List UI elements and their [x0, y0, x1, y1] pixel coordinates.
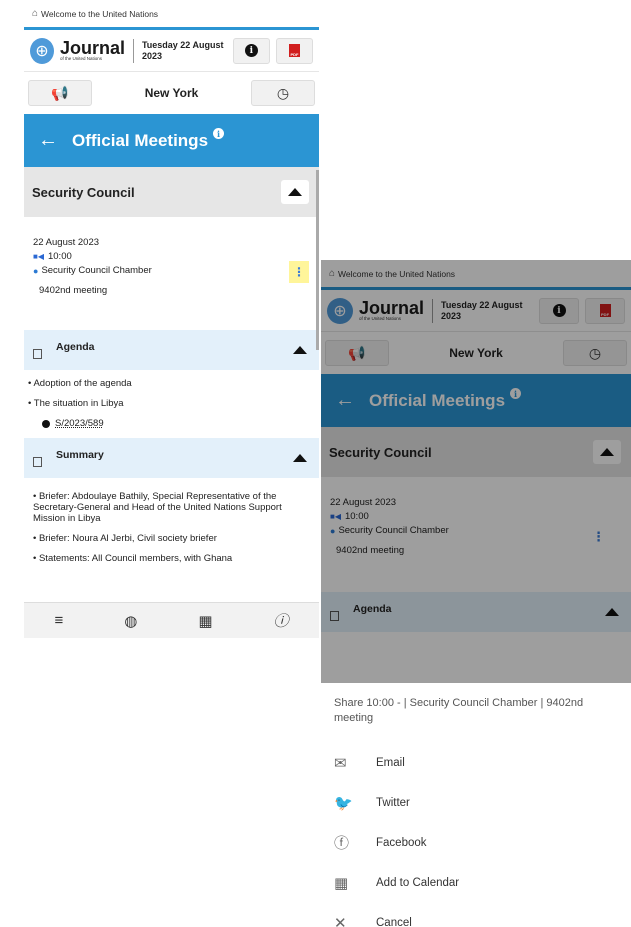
modal-scrim[interactable] [321, 260, 631, 683]
info-icon: i [244, 44, 258, 57]
page-title: Official Meetings [72, 130, 209, 150]
calendar-icon: ▦ [334, 874, 349, 892]
home-icon: ⌂ [32, 8, 39, 19]
list-item: • Statements: All Council members, with … [33, 552, 233, 564]
welcome-bar[interactable]: ⌂ Welcome to the United Nations [24, 0, 319, 30]
megaphone-icon: 📢 [51, 84, 69, 101]
share-option-calendar[interactable]: ▦ Add to Calendar [334, 863, 617, 903]
phone-screen-meeting: ⌂ Welcome to the United Nations ⊕ Journa… [24, 0, 319, 638]
video-icon: ■◀ [33, 252, 44, 261]
calendar-icon[interactable]: ▦ [198, 612, 212, 630]
share-option-cancel[interactable]: ✕ Cancel [334, 903, 617, 927]
meeting-room: Security Council Chamber [41, 265, 152, 276]
section-summary[interactable]: d Summary [24, 438, 319, 478]
email-icon: ✉ [334, 754, 347, 772]
section-title: Security Council [32, 184, 135, 200]
back-arrow-icon[interactable]: ← [38, 129, 58, 152]
un-logo-icon: ⊕ [30, 37, 54, 64]
document-link[interactable]: S/2023/589 [42, 418, 319, 429]
clock-icon: ◷ [276, 84, 290, 101]
bottom-nav: ≡ ◍ ▦ ⓘ [24, 602, 319, 638]
info-outline-icon[interactable]: ⓘ [273, 610, 288, 631]
divider [133, 38, 134, 63]
phone-screen-share: ⌂ Welcome to the United Nations ⊕ Journa… [321, 260, 631, 927]
more-vert-icon[interactable]: ⋮ [289, 261, 309, 283]
meeting-date: 22 August 2023 [33, 237, 100, 248]
info-icon[interactable]: i [213, 128, 225, 139]
meeting-time: 10:00 [47, 251, 72, 262]
twitter-icon: 🐦 [334, 794, 353, 812]
brand[interactable]: Journal of the United Nations [60, 39, 125, 62]
document-icon: d [33, 457, 42, 467]
agenda-list: • Adoption of the agenda • The situation… [24, 370, 319, 429]
info-button[interactable]: i [232, 37, 270, 64]
share-option-facebook[interactable]: ⓕ Facebook [334, 823, 617, 863]
globe-icon[interactable]: ◍ [124, 612, 137, 630]
meeting-time-row: ■◀ 10:00 [33, 251, 311, 262]
triangle-up-icon [288, 188, 302, 196]
facebook-icon: ⓕ [334, 835, 350, 853]
brand-title: Journal [60, 38, 126, 59]
section-security-council[interactable]: Security Council [24, 167, 319, 217]
header-date: Tuesday 22 August 2023 [141, 40, 224, 61]
menu-icon[interactable]: ≡ [54, 612, 63, 629]
scrollbar[interactable] [316, 170, 319, 350]
share-sheet: Share 10:00 - | Security Council Chamber… [321, 683, 631, 927]
welcome-text: Welcome to the United Nations [41, 8, 159, 19]
pdf-button[interactable]: PDF [275, 37, 314, 64]
document-icon: d [33, 349, 42, 359]
share-option-email[interactable]: ✉ Email [334, 743, 617, 783]
triangle-up-icon[interactable] [293, 454, 307, 462]
meeting-room-row: ● Security Council Chamber [33, 265, 311, 276]
masthead: ⊕ Journal of the United Nations Tuesday … [24, 30, 319, 72]
triangle-up-icon[interactable] [293, 346, 307, 354]
meeting-card: 22 August 2023 ■◀ 10:00 ● Security Council… [24, 217, 319, 296]
section-agenda[interactable]: d Agenda [24, 330, 319, 370]
list-item: • The situation in Libya [28, 398, 124, 409]
announcements-button[interactable]: 📢 [28, 80, 92, 106]
time-button[interactable]: ◷ [250, 80, 315, 106]
meeting-number: 9402nd meeting [39, 285, 108, 296]
close-icon: ✕ [334, 914, 347, 927]
list-item: • Briefer: Abdoulaye Bathily, Special Re… [33, 491, 282, 524]
page-header: ← Official Meetings i [24, 114, 319, 167]
list-item: • Briefer: Noura Al Jerbi, Civil society… [33, 532, 217, 544]
summary-list: • Briefer: Abdoulaye Bathily, Special Re… [24, 478, 319, 565]
location-name: New York [144, 86, 199, 100]
bullet-icon [42, 419, 50, 428]
agenda-label: Agenda [56, 341, 95, 353]
location-pin-icon: ● [33, 265, 39, 276]
pdf-icon: PDF [288, 44, 300, 57]
share-option-twitter[interactable]: 🐦 Twitter [334, 783, 617, 823]
collapse-button[interactable] [281, 180, 309, 204]
share-title: Share 10:00 - | Security Council Chamber… [334, 697, 584, 725]
summary-label: Summary [56, 449, 104, 461]
list-item: • Adoption of the agenda [28, 378, 132, 389]
location-bar: 📢 New York ◷ [24, 72, 319, 114]
